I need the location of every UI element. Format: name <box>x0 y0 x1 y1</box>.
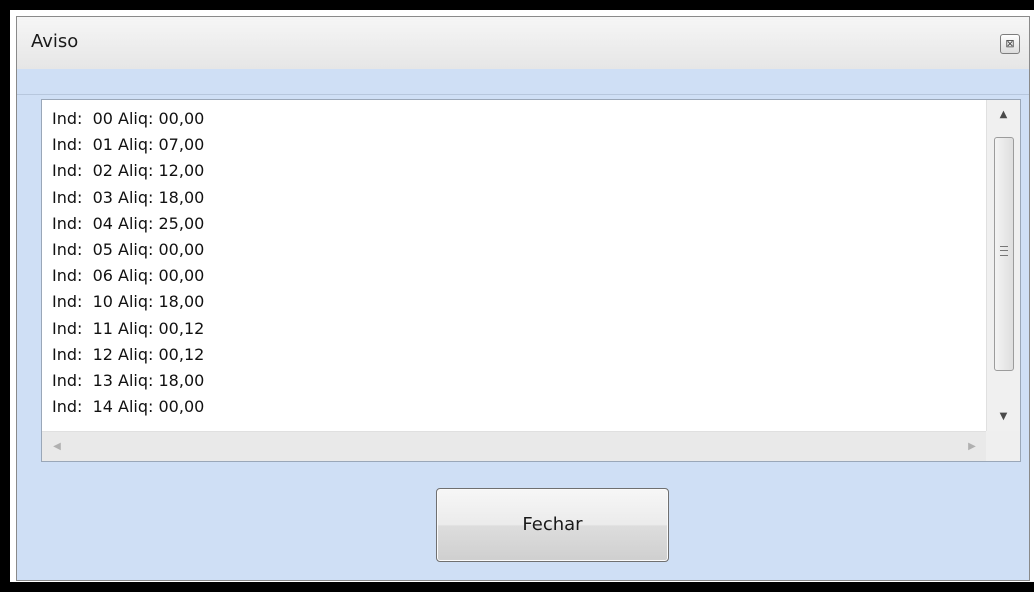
scroll-right-arrow-icon[interactable]: ▶ <box>957 432 987 461</box>
memo-line: Ind: 04 Aliq: 25,00 <box>52 213 205 233</box>
memo-line: Ind: 05 Aliq: 00,00 <box>52 240 205 260</box>
vertical-scroll-thumb[interactable] <box>994 137 1014 371</box>
memo-line: Ind: 03 Aliq: 18,00 <box>52 187 205 207</box>
vertical-scrollbar[interactable]: ▲ ▼ <box>986 100 1020 432</box>
scroll-down-arrow-icon[interactable]: ▼ <box>987 402 1020 432</box>
memo-line: Ind: 06 Aliq: 00,00 <box>52 266 205 286</box>
title-bar: Aviso ⊠ <box>17 17 1029 69</box>
memo-line: Ind: 12 Aliq: 00,12 <box>52 344 205 364</box>
dialog-title: Aviso <box>31 31 79 52</box>
memo-line: Ind: 02 Aliq: 12,00 <box>52 161 205 181</box>
memo-line: Ind: 11 Aliq: 00,12 <box>52 318 205 338</box>
scroll-up-arrow-icon[interactable]: ▲ <box>987 100 1020 130</box>
dialog-window: Aviso ⊠ Ind: 00 Aliq: 00,00 Ind: 01 Aliq… <box>16 16 1030 581</box>
scroll-corner <box>986 431 1020 461</box>
memo-line: Ind: 14 Aliq: 00,00 <box>52 397 205 417</box>
memo-line: Ind: 00 Aliq: 00,00 <box>52 109 205 128</box>
memo-line: Ind: 13 Aliq: 18,00 <box>52 371 205 391</box>
memo-line: Ind: 01 Aliq: 07,00 <box>52 135 205 155</box>
dialog-body: Ind: 00 Aliq: 00,00 Ind: 01 Aliq: 07,00 … <box>17 69 1029 580</box>
close-icon[interactable]: ⊠ <box>1000 34 1020 54</box>
close-button[interactable]: Fechar <box>436 488 669 562</box>
memo-text-area[interactable]: Ind: 00 Aliq: 00,00 Ind: 01 Aliq: 07,00 … <box>42 100 987 432</box>
message-memo[interactable]: Ind: 00 Aliq: 00,00 Ind: 01 Aliq: 07,00 … <box>41 99 1021 462</box>
grip-icon <box>1000 246 1008 256</box>
body-top-strip <box>17 69 1029 95</box>
horizontal-scrollbar[interactable]: ◀ ▶ <box>42 431 987 461</box>
scroll-left-arrow-icon[interactable]: ◀ <box>42 432 72 461</box>
memo-line: Ind: 10 Aliq: 18,00 <box>52 292 205 312</box>
